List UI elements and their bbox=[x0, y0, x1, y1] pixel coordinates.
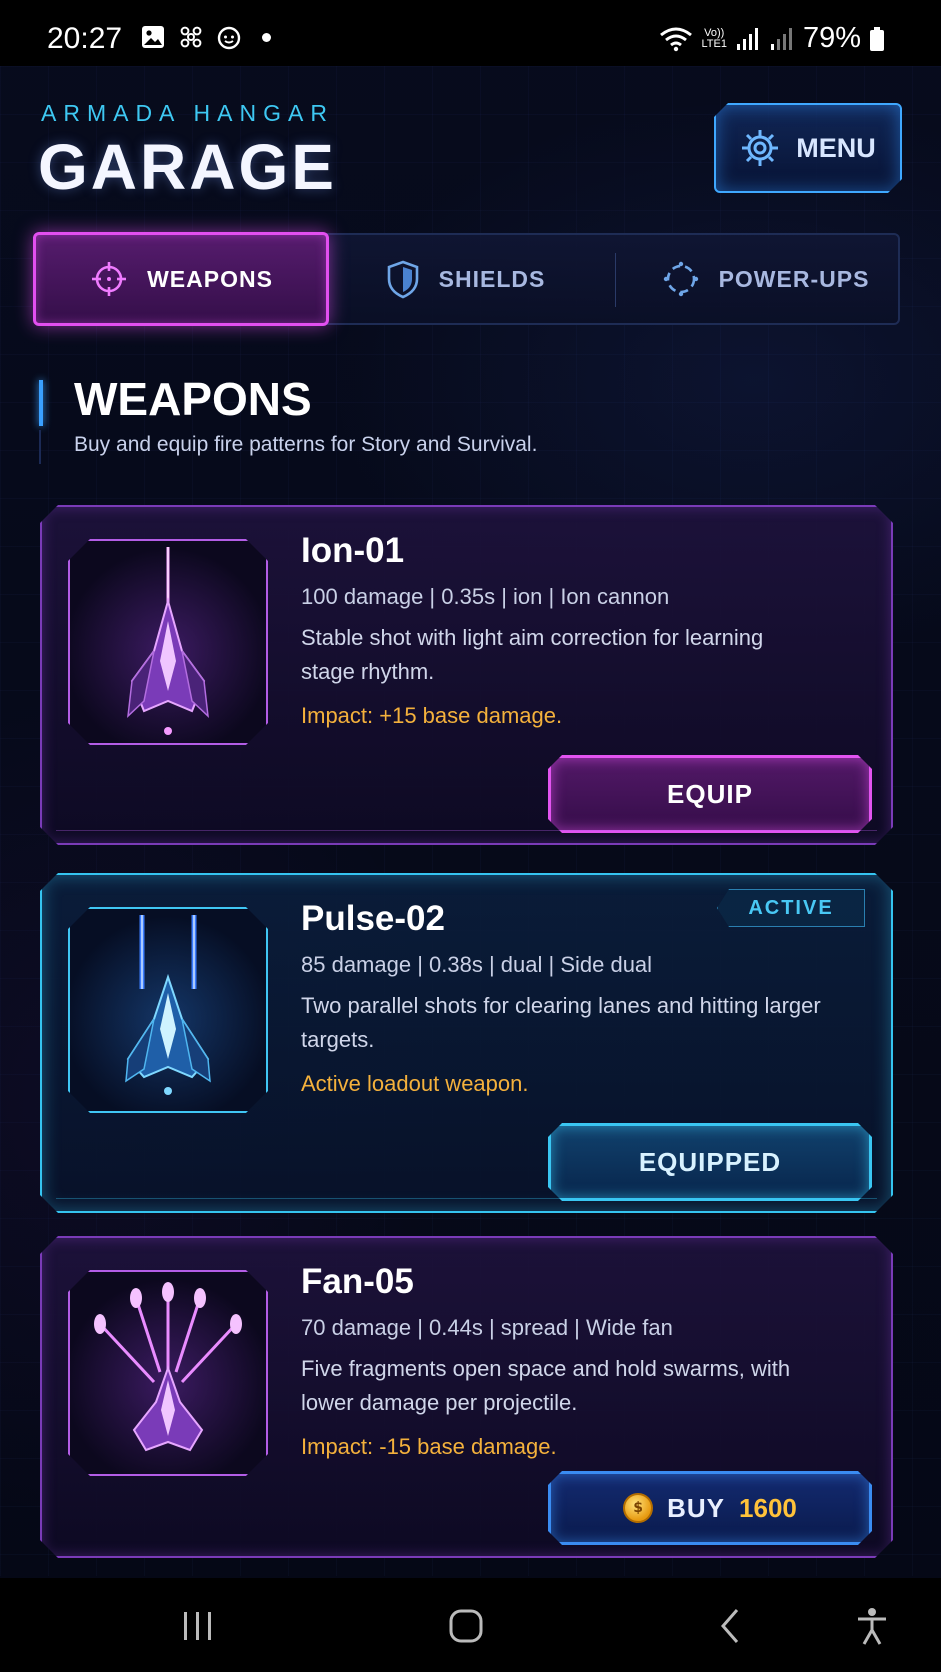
weapon-thumbnail-fan-05 bbox=[68, 1270, 268, 1476]
ion-ship-icon bbox=[70, 541, 266, 743]
weapon-description: Two parallel shots for clearing lanes an… bbox=[301, 993, 821, 1052]
equip-button-label: EQUIP bbox=[667, 778, 753, 809]
section-title: WEAPONS bbox=[74, 373, 312, 425]
equip-button[interactable]: EQUIP bbox=[548, 755, 872, 833]
active-badge: ACTIVE bbox=[717, 889, 865, 927]
accessibility-button[interactable] bbox=[842, 1602, 902, 1650]
weapon-name: Pulse-02 bbox=[301, 899, 445, 938]
tab-separator bbox=[615, 253, 616, 307]
weapon-thumbnail-ion-01 bbox=[68, 539, 268, 745]
app-kicker: ARMADA HANGAR bbox=[41, 100, 334, 126]
section-accent-bar bbox=[39, 380, 43, 426]
active-badge-label: ACTIVE bbox=[748, 896, 834, 919]
page-title: GARAGE bbox=[38, 131, 337, 203]
face-notification-icon bbox=[217, 26, 241, 50]
category-tabs: WEAPONS SHIELDS POWER-UPS bbox=[33, 232, 900, 326]
tab-shields-label: SHIELDS bbox=[438, 265, 546, 292]
accessibility-icon bbox=[858, 1608, 886, 1645]
buy-button[interactable]: $ BUY 1600 bbox=[548, 1471, 872, 1545]
home-button[interactable] bbox=[436, 1602, 496, 1650]
fan-ship-icon bbox=[70, 1272, 266, 1474]
weapon-thumbnail-pulse-02 bbox=[68, 907, 268, 1113]
weapon-stats: 70 damage | 0.44s | spread | Wide fan bbox=[301, 1315, 673, 1340]
back-icon bbox=[721, 1609, 739, 1643]
wifi-icon bbox=[660, 27, 693, 51]
weapon-stats: 100 damage | 0.35s | ion | Ion cannon bbox=[301, 584, 670, 609]
status-right-cluster: Vo)) LTE1 79% bbox=[659, 22, 885, 55]
pinwheel-notification-icon bbox=[180, 26, 202, 48]
battery-icon bbox=[870, 26, 884, 51]
recents-button[interactable] bbox=[168, 1602, 228, 1650]
gear-icon bbox=[740, 128, 780, 168]
weapon-impact-note: Impact: -15 base damage. bbox=[301, 1434, 557, 1459]
weapon-impact-note: Impact: +15 base damage. bbox=[301, 703, 563, 728]
pulse-ship-icon bbox=[70, 909, 266, 1111]
status-bar: 20:27 Vo)) LTE1 79% bbox=[0, 0, 941, 66]
signal-icon-sim1 bbox=[736, 27, 758, 50]
tab-weapons[interactable]: WEAPONS bbox=[33, 232, 329, 326]
buy-price: 1600 bbox=[739, 1492, 797, 1523]
equipped-button-label: EQUIPPED bbox=[638, 1146, 782, 1177]
gallery-notification-icon bbox=[142, 26, 164, 48]
weapon-card-pulse-02: ACTIVE Pulse-02 85 damage | 0.38s | dual… bbox=[40, 873, 893, 1213]
weapon-name: Fan-05 bbox=[301, 1262, 414, 1301]
weapon-card-fan-05: Fan-05 70 damage | 0.44s | spread | Wide… bbox=[40, 1236, 893, 1558]
back-button[interactable] bbox=[700, 1602, 760, 1650]
system-nav-bar bbox=[0, 1578, 941, 1672]
card-divider bbox=[56, 1198, 877, 1199]
weapon-status-note: Active loadout weapon. bbox=[301, 1071, 529, 1096]
shield-icon bbox=[387, 260, 418, 299]
notification-icons bbox=[140, 24, 271, 50]
status-time: 20:27 bbox=[47, 22, 123, 55]
weapon-description: Five fragments open space and hold swarm… bbox=[301, 1356, 791, 1415]
powerup-icon bbox=[663, 261, 698, 297]
more-notifications-dot bbox=[262, 32, 271, 42]
section-subtitle: Buy and equip fire patterns for Story an… bbox=[74, 433, 538, 456]
tab-power-ups-label: POWER-UPS bbox=[718, 265, 870, 292]
volte-indicator: Vo)) LTE1 bbox=[701, 26, 727, 50]
home-icon bbox=[449, 1609, 483, 1643]
crosshair-icon bbox=[92, 262, 127, 296]
weapon-name: Ion-01 bbox=[301, 531, 405, 570]
weapon-card-ion-01: Ion-01 100 damage | 0.35s | ion | Ion ca… bbox=[40, 505, 893, 845]
tab-weapons-label: WEAPONS bbox=[147, 265, 273, 292]
equipped-button[interactable]: EQUIPPED bbox=[548, 1123, 872, 1201]
tab-power-ups[interactable]: POWER-UPS bbox=[645, 235, 885, 323]
battery-percent: 79% bbox=[802, 22, 861, 54]
garage-screen: 20:27 Vo)) LTE1 79% ARMADA HANGAR GARAGE… bbox=[0, 0, 941, 1672]
coin-icon: $ bbox=[623, 1493, 653, 1523]
buy-button-label: BUY bbox=[667, 1492, 726, 1523]
menu-button-label: MENU bbox=[796, 132, 876, 163]
section-accent-line bbox=[39, 430, 41, 464]
signal-icon-sim2 bbox=[770, 27, 792, 50]
tab-shields[interactable]: SHIELDS bbox=[365, 235, 565, 323]
menu-button[interactable]: MENU bbox=[714, 103, 902, 193]
card-divider bbox=[56, 830, 877, 831]
recents-icon bbox=[184, 1612, 211, 1640]
weapon-stats: 85 damage | 0.38s | dual | Side dual bbox=[301, 952, 653, 977]
weapon-description: Stable shot with light aim correction fo… bbox=[301, 625, 764, 684]
